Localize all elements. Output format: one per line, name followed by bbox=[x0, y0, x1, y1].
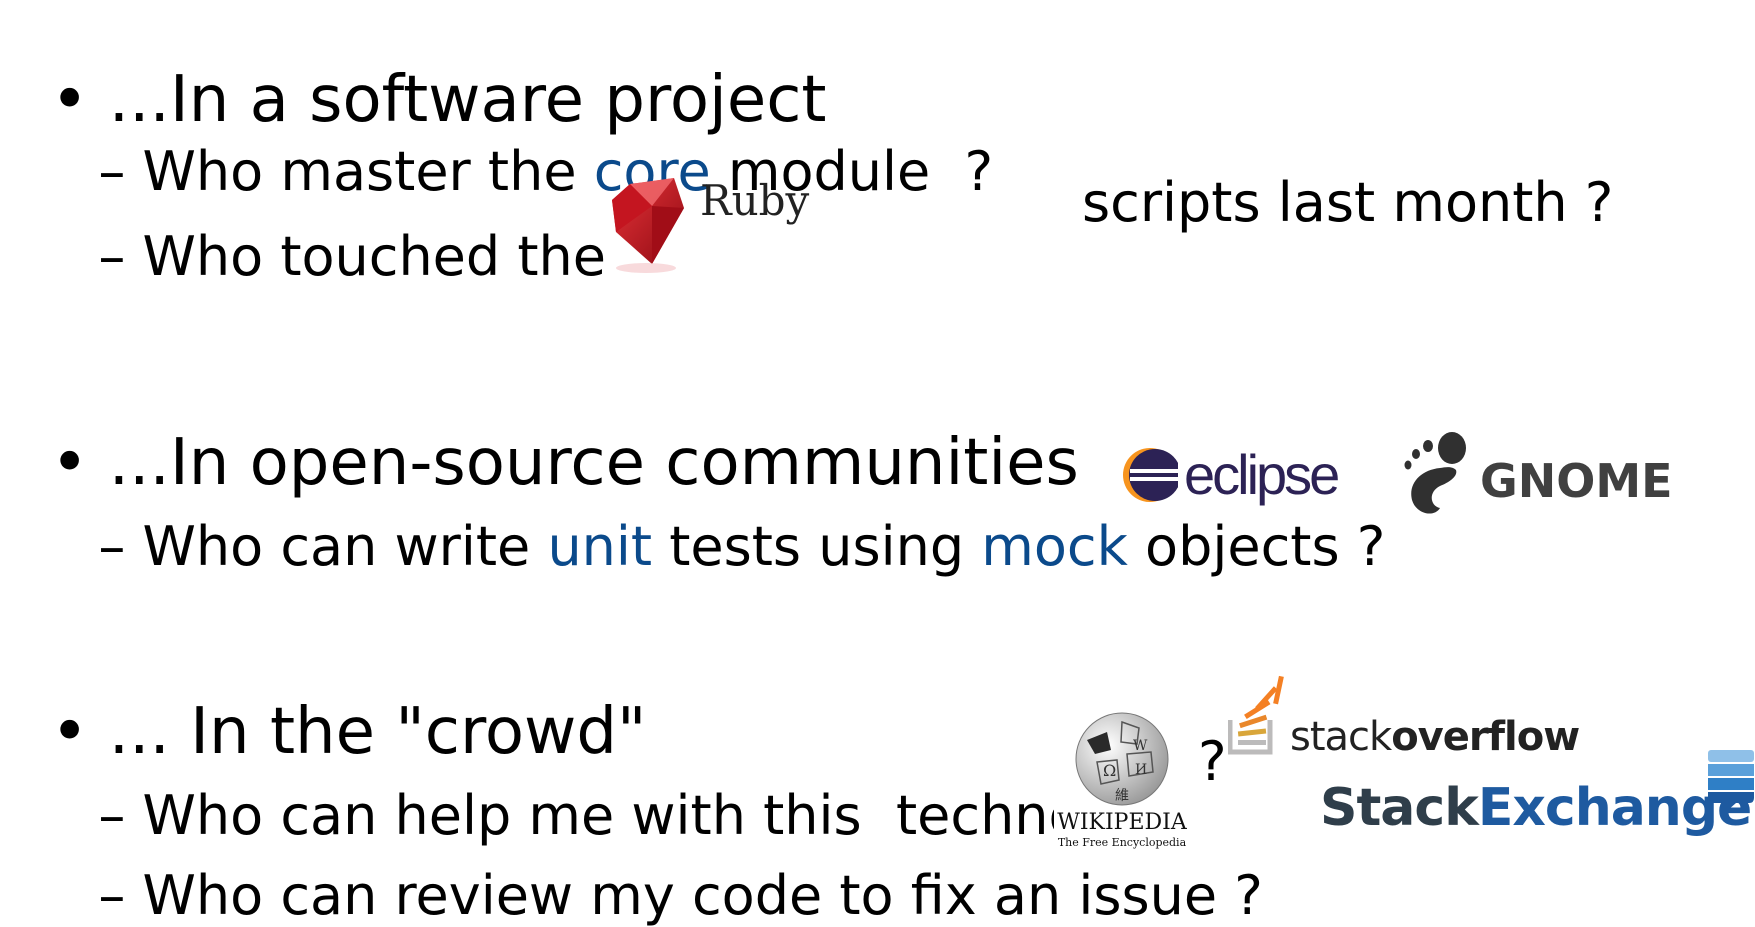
ruby-gem-icon bbox=[612, 178, 684, 273]
svg-text:W: W bbox=[1133, 738, 1148, 754]
item-ruby-scripts: – Who touched the bbox=[64, 176, 623, 284]
highlight-unit: unit bbox=[547, 515, 653, 578]
item-text: Who can review my code to fix an issue ? bbox=[142, 864, 1263, 927]
eclipse-logo: eclipse bbox=[1122, 440, 1342, 512]
stackexchange-wordmark: StackExchange bbox=[1320, 778, 1752, 838]
ruby-logo-text: Ruby bbox=[700, 176, 810, 225]
wikipedia-tagline: The Free Encyclopedia bbox=[1057, 836, 1187, 849]
wikipedia-logo: Ω W И 維 WIKIPEDIA The Free Encyclopedia bbox=[1054, 708, 1190, 850]
dash: – bbox=[98, 225, 126, 288]
svg-text:維: 維 bbox=[1115, 788, 1129, 804]
gnome-logo: GNOME bbox=[1400, 430, 1673, 520]
stackoverflow-logo: stackoverflow bbox=[1228, 664, 1580, 760]
item-help-techno-end: ? bbox=[1198, 730, 1227, 793]
eclipse-logo-text: eclipse bbox=[1184, 443, 1340, 506]
gnome-logo-text: GNOME bbox=[1480, 454, 1673, 508]
stackexchange-logo: StackExchange bbox=[1320, 748, 1755, 840]
highlight-mock: mock bbox=[981, 515, 1128, 578]
gnome-foot-icon bbox=[1404, 432, 1466, 514]
dash: – bbox=[98, 864, 126, 927]
wikipedia-wordmark: WIKIPEDIA bbox=[1057, 810, 1187, 835]
svg-text:И: И bbox=[1135, 762, 1147, 778]
item-text: Who touched the bbox=[142, 225, 624, 288]
stackoverflow-icon bbox=[1228, 675, 1284, 755]
wikipedia-globe-icon: Ω W И 維 bbox=[1075, 712, 1169, 806]
item-text-mid: tests using bbox=[652, 515, 982, 578]
item-ruby-scripts-end: scripts last month ? bbox=[1082, 171, 1614, 234]
svg-text:Ω: Ω bbox=[1103, 761, 1116, 780]
stackexchange-wordmark-stack: Stack bbox=[1320, 778, 1479, 838]
eclipse-icon bbox=[1123, 448, 1178, 502]
ruby-logo: Ruby bbox=[608, 172, 818, 276]
item-text-end: objects ? bbox=[1127, 515, 1386, 578]
dash: – bbox=[98, 515, 126, 578]
stackexchange-icon bbox=[1708, 750, 1754, 810]
item-text: Who can write bbox=[142, 515, 548, 578]
